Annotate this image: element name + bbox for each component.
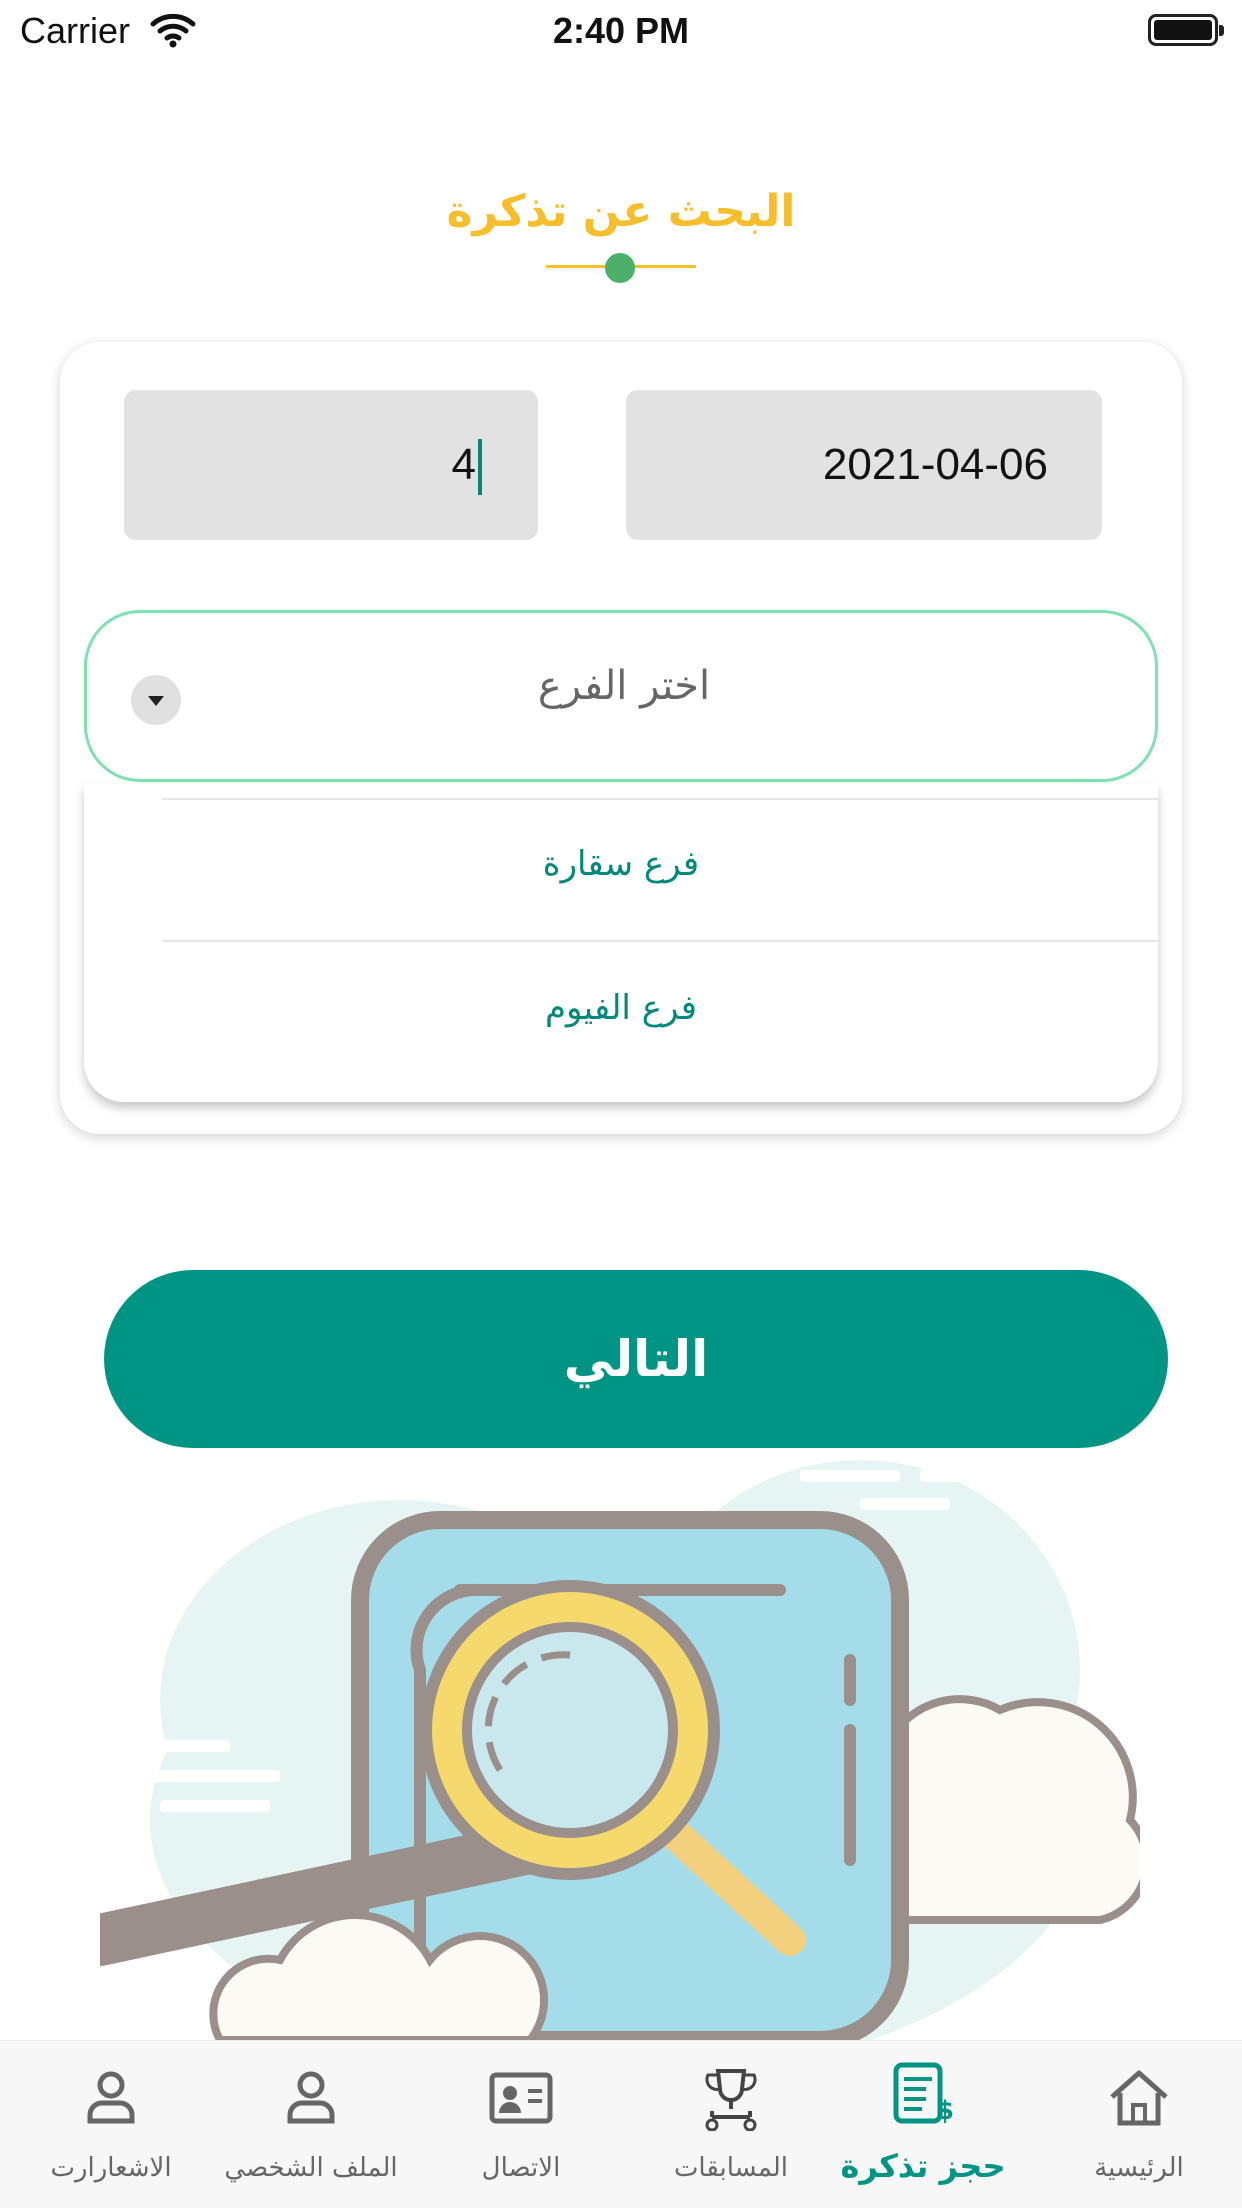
date-input[interactable]: 2021-04-06 [626,390,1102,540]
quantity-value: 4 [451,440,476,489]
svg-text:$: $ [936,2096,954,2126]
dropdown-divider [162,940,1158,942]
nav-item-profile[interactable]: الملف الشخصي [208,2041,414,2208]
quantity-input[interactable]: 4 [124,390,538,540]
nav-label-competitions: المسابقات [673,2153,789,2183]
contact-card-icon [489,2072,553,2124]
dropdown-arrow-icon[interactable] [131,675,181,725]
dropdown-divider [162,798,1158,800]
title-dot [605,253,635,283]
ticket-receipt-icon: $ [893,2062,954,2126]
branch-select[interactable]: اختر الفرع [84,610,1158,782]
dropdown-option-saqqara[interactable]: فرع سقارة [84,844,1158,884]
bottom-navigation-bar: الاشعارارت الملف الشخصي الاتصال المسابقا… [0,2040,1242,2208]
branch-dropdown-menu: فرع سقارة فرع الفيوم [84,784,1158,1102]
text-caret [478,439,482,496]
nav-item-notifications[interactable]: الاشعارارت [8,2041,214,2208]
page-title: البحث عن تذكرة [446,186,796,237]
dropdown-option-fayoum[interactable]: فرع الفيوم [84,988,1158,1028]
status-time: 2:40 PM [552,10,690,51]
nav-label-book-ticket: حجز تذكرة [840,2147,1006,2185]
nav-item-book-ticket[interactable]: $ حجز تذكرة [820,2041,1026,2208]
home-icon [1110,2070,1168,2126]
status-bar: Carrier 2:40 PM [0,0,1242,62]
nav-item-contact[interactable]: الاتصال [418,2041,624,2208]
branch-select-placeholder: اختر الفرع [537,663,711,709]
search-illustration [100,1460,1140,2040]
search-form-card: 4 2021-04-06 اختر الفرع فرع سقارة فرع ال… [60,342,1182,1134]
battery-icon [1148,14,1224,46]
trophy-icon [705,2069,757,2131]
nav-item-competitions[interactable]: المسابقات [628,2041,834,2208]
nav-label-contact: الاتصال [481,2153,561,2183]
nav-item-home[interactable]: الرئيسية [1036,2041,1242,2208]
nav-label-notifications: الاشعارارت [50,2153,172,2183]
nav-label-profile: الملف الشخصي [224,2153,398,2183]
next-button[interactable]: التالي [104,1270,1168,1448]
person-icon [87,2071,135,2124]
person-icon [287,2071,335,2124]
nav-label-home: الرئيسية [1094,2153,1184,2183]
